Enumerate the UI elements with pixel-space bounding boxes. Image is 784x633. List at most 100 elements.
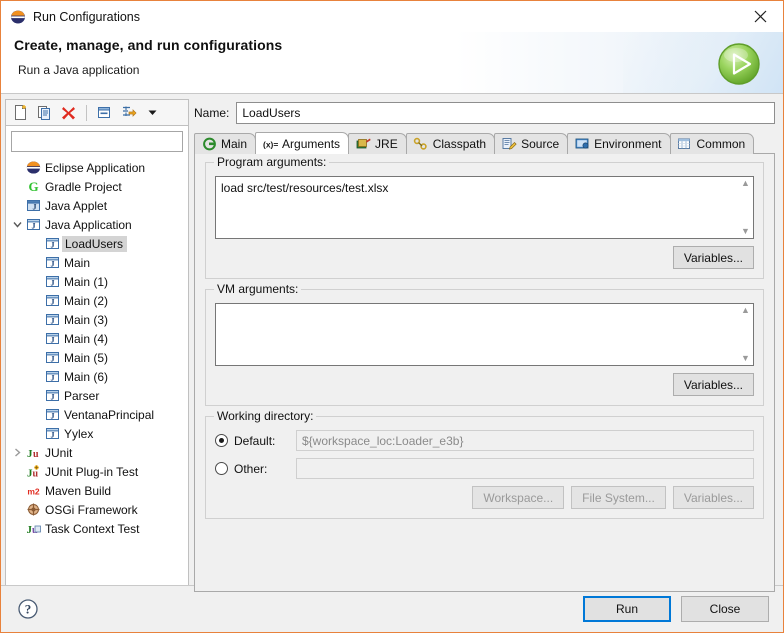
chevron-down-icon[interactable] [10, 219, 25, 230]
tree-item-gradle-project[interactable]: G Gradle Project [6, 177, 188, 196]
tree-item-junit[interactable]: Ju JUnit [6, 443, 188, 462]
tree-item-label: LoadUsers [62, 235, 128, 252]
view-menu-button[interactable] [142, 102, 163, 123]
svg-text:J: J [51, 374, 55, 383]
vm-arguments-buttons: Variables... [215, 373, 754, 396]
tree-item-java-application[interactable]: J Java Application [6, 215, 188, 234]
tree-item-osgi-framework[interactable]: OSGi Framework [6, 500, 188, 519]
svg-text:J: J [51, 336, 55, 345]
tab-main[interactable]: Main [194, 133, 257, 154]
junit-plugin-icon: Ju [25, 464, 42, 479]
delete-x-icon [62, 107, 75, 120]
tab-common[interactable]: Common [669, 133, 755, 154]
tree-item-parser[interactable]: J Parser [6, 386, 188, 405]
environment-tab-icon [574, 137, 590, 151]
tree-item-main-5[interactable]: J Main (5) [6, 348, 188, 367]
tab-label: JRE [375, 137, 398, 151]
tree-item-label: Main (4) [64, 331, 109, 346]
svg-text:u: u [33, 449, 39, 460]
tab-source[interactable]: Source [494, 133, 569, 154]
source-tab-icon [501, 137, 517, 151]
tree-item-task-context-test[interactable]: JuTask Context Test [6, 519, 188, 538]
tree-item-main-6[interactable]: J Main (6) [6, 367, 188, 386]
tree-item-main-3[interactable]: J Main (3) [6, 310, 188, 329]
java-launch-icon: J [44, 407, 61, 422]
tree-item-loadusers[interactable]: J LoadUsers [6, 234, 188, 253]
tree-item-yylex[interactable]: J Yylex [6, 424, 188, 443]
tree-item-java-applet[interactable]: J Java Applet [6, 196, 188, 215]
arguments-tab-icon: (x)= [262, 137, 278, 151]
scroll-up-icon[interactable]: ▲ [741, 179, 750, 188]
configurations-tree-box: Eclipse Application G Gradle Project J Java … [5, 125, 189, 628]
java-launch-icon: J [44, 274, 61, 289]
working-directory-variables-button[interactable]: Variables... [672, 486, 754, 509]
tab-label: Environment [594, 137, 662, 151]
tree-item-eclipse-application[interactable]: Eclipse Application [6, 158, 188, 177]
vm-arguments-scrollbar[interactable]: ▲ ▼ [738, 304, 753, 365]
chevron-right-icon [15, 448, 21, 457]
tree-item-label: JUnit Plug-in Test [45, 464, 139, 479]
tree-item-main-4[interactable]: J Main (4) [6, 329, 188, 348]
tree-item-label: VentanaPrincipal [64, 407, 155, 422]
run-configurations-dialog: Run Configurations Create, manage, and r… [0, 0, 784, 633]
tab-jre[interactable]: JRE [348, 133, 407, 154]
tree-item-ventanaprincipal[interactable]: J VentanaPrincipal [6, 405, 188, 424]
svg-text:J: J [51, 317, 55, 326]
name-label: Name: [194, 106, 230, 120]
eclipse-icon [10, 9, 26, 25]
close-dialog-button[interactable]: Close [681, 596, 769, 622]
run-button[interactable]: Run [583, 596, 671, 622]
tree-item-label: JUnit [45, 445, 73, 460]
tab-environment[interactable]: Environment [567, 133, 671, 154]
vm-arguments-field-wrap: ▲ ▼ [215, 303, 754, 366]
tree-item-junit-plug-in-test[interactable]: Ju JUnit Plug-in Test [6, 462, 188, 481]
collapse-all-button[interactable] [94, 102, 115, 123]
working-directory-other-radio[interactable] [215, 462, 228, 475]
duplicate-configuration-button[interactable] [34, 102, 55, 123]
tree-item-label: Java Applet [45, 198, 108, 213]
workspace-button[interactable]: Workspace... [472, 486, 565, 509]
name-row: Name: [194, 102, 775, 124]
working-directory-other-row: Other: [215, 458, 754, 479]
tree-item-main[interactable]: J Main [6, 253, 188, 272]
working-directory-other-label: Other: [234, 461, 268, 476]
scroll-down-icon[interactable]: ▼ [741, 354, 750, 363]
chevron-right-icon[interactable] [10, 447, 25, 458]
delete-configuration-button[interactable] [58, 102, 79, 123]
vm-arguments-variables-button[interactable]: Variables... [672, 373, 754, 396]
new-configuration-button[interactable] [10, 102, 31, 123]
help-button[interactable]: ? [17, 598, 39, 620]
tab-arguments[interactable]: (x)= Arguments [255, 132, 350, 154]
svg-text:m2: m2 [27, 487, 40, 497]
program-arguments-variables-button[interactable]: Variables... [672, 246, 754, 269]
program-arguments-input[interactable]: load src/test/resources/test.xlsx [216, 177, 738, 238]
program-arguments-scrollbar[interactable]: ▲ ▼ [738, 177, 753, 238]
close-button[interactable] [737, 1, 783, 32]
program-arguments-label: Program arguments: [214, 155, 330, 169]
vm-arguments-input[interactable] [216, 304, 738, 365]
tree-item-main-2[interactable]: J Main (2) [6, 291, 188, 310]
tree-item-maven-build[interactable]: m2 Maven Build [6, 481, 188, 500]
working-directory-default-radio[interactable] [215, 434, 228, 447]
new-document-icon [15, 105, 26, 120]
tree-item-label: Task Context Test [45, 521, 140, 536]
tab-label: Classpath [432, 137, 487, 151]
jre-tab-icon [355, 137, 371, 151]
working-directory-other-input[interactable] [296, 458, 754, 479]
tab-label: Arguments [282, 136, 341, 151]
filter-input[interactable] [11, 131, 183, 152]
name-input[interactable] [236, 102, 775, 124]
tree-item-label: Main (6) [64, 369, 109, 384]
working-directory-default-input[interactable] [296, 430, 754, 451]
java-launch-icon: J [44, 236, 61, 251]
filter-button[interactable] [118, 102, 139, 123]
scroll-up-icon[interactable]: ▲ [741, 306, 750, 315]
tree-item-main-1[interactable]: J Main (1) [6, 272, 188, 291]
chevron-down-icon [13, 222, 22, 228]
file-system-button[interactable]: File System... [571, 486, 666, 509]
scroll-down-icon[interactable]: ▼ [741, 227, 750, 236]
configurations-tree[interactable]: Eclipse Application G Gradle Project J Java … [6, 155, 188, 601]
tab-classpath[interactable]: Classpath [405, 133, 496, 154]
java-applet-icon: J [25, 198, 42, 213]
java-launch-icon: J [44, 426, 61, 441]
